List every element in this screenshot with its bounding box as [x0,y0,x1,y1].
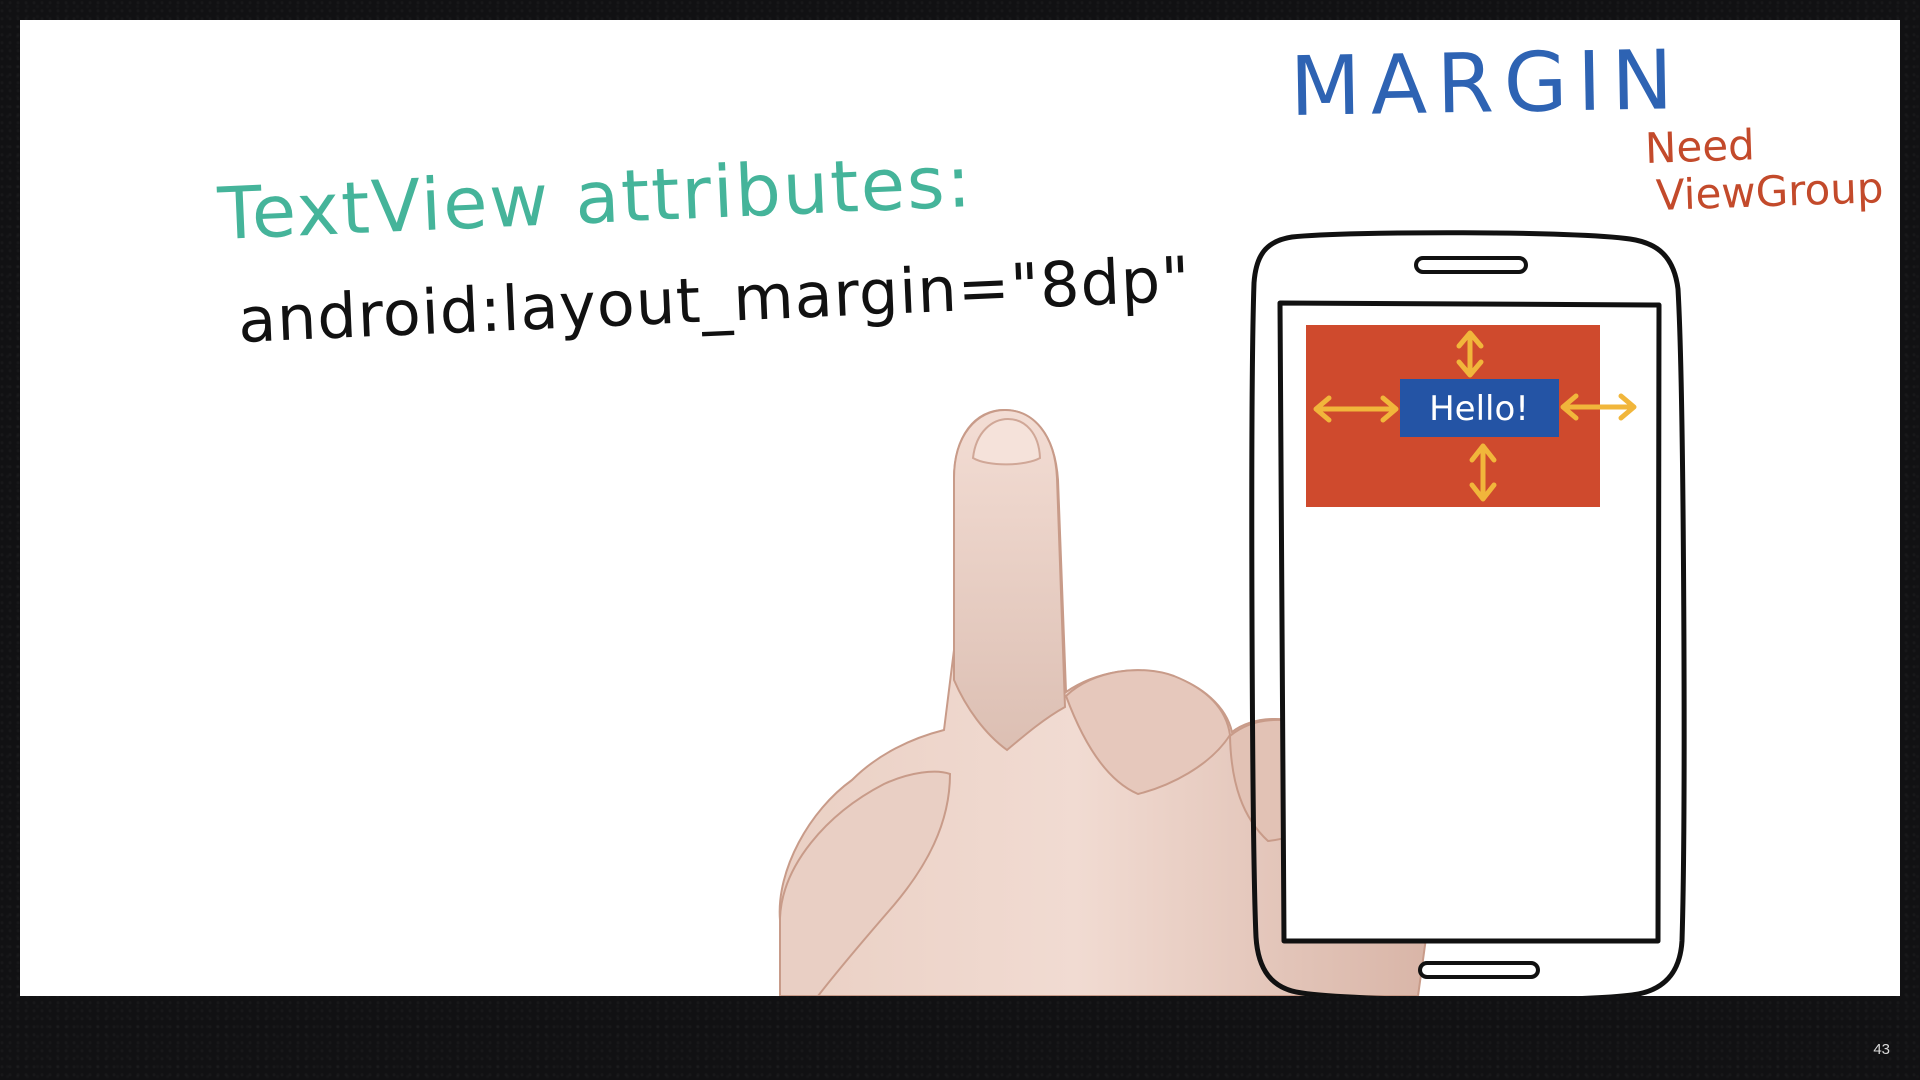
need-note-line: Need [1644,120,1756,173]
phone-outline-illustration: Hello! [1249,230,1687,996]
layout-margin-code: android:layout_margin="8dp" [236,242,1193,357]
viewgroup-note-line: ViewGroup [1655,163,1885,220]
textview-attributes-heading: TextView attributes: [216,139,975,256]
slide-canvas: TextView attributes: android:layout_marg… [20,20,1900,996]
hello-label: Hello! [1429,389,1529,429]
video-frame: TextView attributes: android:layout_marg… [0,0,1920,1080]
phone-speaker-icon [1414,256,1528,274]
margin-title: MARGIN [1289,33,1684,135]
slide-number: 43 [1873,1041,1890,1058]
phone-home-button-icon [1418,961,1540,979]
